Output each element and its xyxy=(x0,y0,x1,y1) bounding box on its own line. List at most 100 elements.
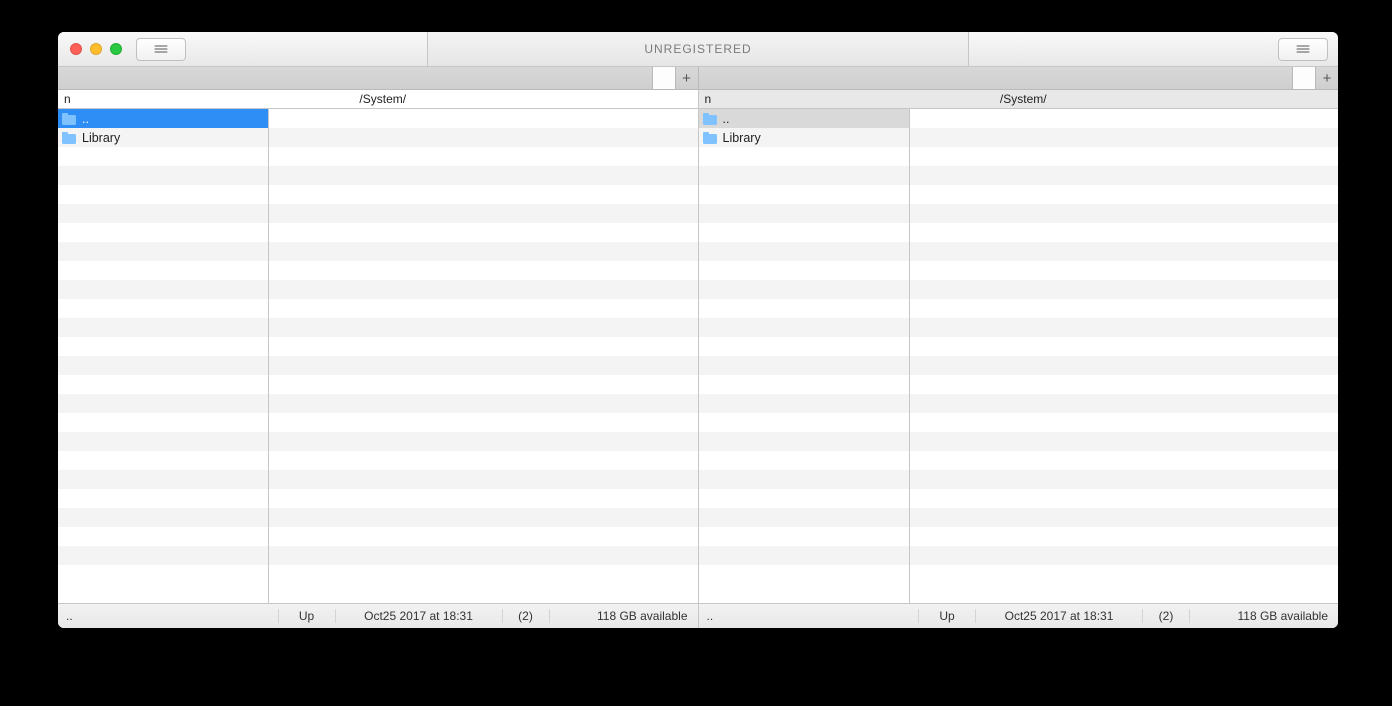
right-layout-button[interactable] xyxy=(1278,38,1328,61)
folder-icon xyxy=(62,132,76,144)
left-sort-indicator: n xyxy=(64,92,74,106)
empty-row xyxy=(910,318,1339,337)
right-path: /System/ xyxy=(715,92,1333,106)
left-add-tab[interactable] xyxy=(676,67,698,89)
status-up: Up xyxy=(918,609,975,623)
empty-row xyxy=(699,375,909,394)
left-tab-strip xyxy=(58,67,699,89)
status-up: Up xyxy=(278,609,335,623)
left-path-header[interactable]: n /System/ xyxy=(58,90,698,108)
empty-row xyxy=(269,546,698,565)
list-item[interactable]: Library xyxy=(699,128,909,147)
empty-row xyxy=(699,356,909,375)
status-free-space: 118 GB available xyxy=(549,609,698,623)
status-free-space: 118 GB available xyxy=(1189,609,1338,623)
empty-row xyxy=(699,413,909,432)
empty-row xyxy=(58,204,268,223)
empty-row xyxy=(58,299,268,318)
status-selected-name: .. xyxy=(58,609,278,623)
empty-row xyxy=(269,147,698,166)
empty-row xyxy=(910,147,1339,166)
titlebar: UNREGISTERED xyxy=(58,32,1338,67)
plus-icon xyxy=(682,71,691,86)
empty-row xyxy=(910,546,1339,565)
empty-row xyxy=(910,128,1339,147)
empty-row xyxy=(699,318,909,337)
right-add-tab[interactable] xyxy=(1316,67,1338,89)
empty-row xyxy=(699,223,909,242)
empty-row xyxy=(58,565,268,584)
file-name: .. xyxy=(82,112,89,126)
right-details-column xyxy=(910,109,1339,603)
empty-row xyxy=(699,337,909,356)
list-item[interactable]: .. xyxy=(58,109,268,128)
tab-bar xyxy=(58,67,1338,90)
empty-row xyxy=(699,489,909,508)
empty-row xyxy=(58,337,268,356)
app-window: UNREGISTERED xyxy=(58,32,1338,628)
right-status: .. Up Oct25 2017 at 18:31 (2) 118 GB ava… xyxy=(698,604,1339,628)
right-tab-spacer xyxy=(699,67,1293,89)
empty-row xyxy=(269,451,698,470)
empty-row xyxy=(699,432,909,451)
empty-row xyxy=(58,546,268,565)
empty-row xyxy=(58,508,268,527)
empty-row xyxy=(58,451,268,470)
empty-row xyxy=(58,394,268,413)
right-active-tab[interactable] xyxy=(1292,67,1316,89)
empty-row xyxy=(58,356,268,375)
list-item[interactable]: .. xyxy=(699,109,909,128)
status-date: Oct25 2017 at 18:31 xyxy=(335,609,502,623)
empty-row xyxy=(699,242,909,261)
empty-row xyxy=(269,166,698,185)
panes: .. Library xyxy=(58,109,1338,603)
empty-row xyxy=(910,109,1339,128)
empty-row xyxy=(699,299,909,318)
folder-icon xyxy=(703,132,717,144)
status-selected-name: .. xyxy=(699,609,919,623)
status-bar: .. Up Oct25 2017 at 18:31 (2) 118 GB ava… xyxy=(58,603,1338,628)
empty-row xyxy=(58,261,268,280)
empty-row xyxy=(910,527,1339,546)
empty-row xyxy=(910,204,1339,223)
path-header-row: n /System/ n /System/ xyxy=(58,90,1338,109)
empty-row xyxy=(910,413,1339,432)
file-name: Library xyxy=(723,131,761,145)
empty-row xyxy=(910,356,1339,375)
right-path-header[interactable]: n /System/ xyxy=(698,90,1339,108)
list-item[interactable]: Library xyxy=(58,128,268,147)
empty-row xyxy=(269,508,698,527)
left-file-list: .. Library xyxy=(58,109,698,603)
list-icon xyxy=(1294,44,1312,54)
empty-row xyxy=(269,261,698,280)
system-folder-icon xyxy=(703,113,717,125)
close-window-button[interactable] xyxy=(70,43,82,55)
empty-row xyxy=(269,470,698,489)
empty-row xyxy=(269,527,698,546)
empty-row xyxy=(910,337,1339,356)
right-file-list: .. Library xyxy=(699,109,1339,603)
empty-row xyxy=(699,261,909,280)
right-pane[interactable]: .. Library xyxy=(698,109,1339,603)
left-active-tab[interactable] xyxy=(652,67,676,89)
desktop: UNREGISTERED xyxy=(0,0,1392,706)
empty-row xyxy=(910,166,1339,185)
empty-row xyxy=(699,565,909,584)
status-date: Oct25 2017 at 18:31 xyxy=(975,609,1142,623)
empty-row xyxy=(58,413,268,432)
right-tab-strip xyxy=(699,67,1339,89)
empty-row xyxy=(269,299,698,318)
empty-row xyxy=(910,261,1339,280)
right-sort-indicator: n xyxy=(705,92,715,106)
minimize-window-button[interactable] xyxy=(90,43,102,55)
fullscreen-window-button[interactable] xyxy=(110,43,122,55)
empty-row xyxy=(910,508,1339,527)
empty-row xyxy=(269,413,698,432)
empty-row xyxy=(910,223,1339,242)
file-name: Library xyxy=(82,131,120,145)
left-layout-button[interactable] xyxy=(136,38,186,61)
left-status: .. Up Oct25 2017 at 18:31 (2) 118 GB ava… xyxy=(58,604,698,628)
left-path: /System/ xyxy=(74,92,692,106)
left-pane[interactable]: .. Library xyxy=(58,109,698,603)
empty-row xyxy=(269,280,698,299)
